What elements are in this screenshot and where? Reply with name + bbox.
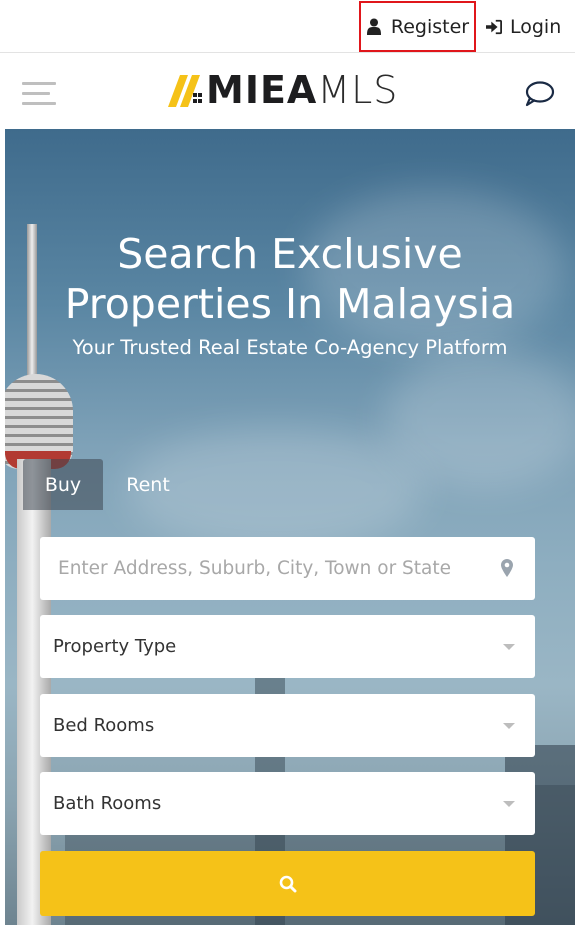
bed-rooms-select[interactable]: Bed Rooms bbox=[40, 694, 535, 757]
hamburger-menu-icon[interactable] bbox=[22, 82, 56, 106]
hero-subtitle: Your Trusted Real Estate Co-Agency Platf… bbox=[72, 336, 508, 359]
login-label: Login bbox=[510, 15, 562, 38]
property-type-label: Property Type bbox=[53, 636, 177, 657]
tab-rent[interactable]: Rent bbox=[103, 459, 193, 510]
bath-rooms-select[interactable]: Bath Rooms bbox=[40, 772, 535, 835]
chat-bubble-icon[interactable] bbox=[523, 80, 555, 108]
user-icon bbox=[366, 18, 382, 36]
map-pin-icon bbox=[501, 559, 513, 577]
property-type-select[interactable]: Property Type bbox=[40, 615, 535, 678]
bath-rooms-label: Bath Rooms bbox=[53, 793, 162, 814]
caret-down-icon bbox=[503, 644, 515, 650]
logo-mark-icon bbox=[168, 75, 202, 107]
login-link[interactable]: Login bbox=[486, 0, 561, 53]
site-header: MIEAMLS bbox=[0, 54, 575, 129]
bed-rooms-label: Bed Rooms bbox=[53, 715, 155, 736]
caret-down-icon bbox=[503, 801, 515, 807]
tab-buy[interactable]: Buy bbox=[23, 459, 103, 510]
address-field bbox=[40, 537, 535, 600]
hero-title: Search Exclusive Properties In Malaysia bbox=[64, 230, 516, 328]
hero-section: Search Exclusive Properties In Malaysia … bbox=[5, 129, 575, 925]
site-logo[interactable]: MIEAMLS bbox=[166, 68, 398, 112]
register-link[interactable]: Register bbox=[359, 1, 476, 52]
logo-text: MIEAMLS bbox=[206, 68, 399, 112]
register-label: Register bbox=[390, 15, 470, 38]
address-search-input[interactable] bbox=[58, 558, 488, 579]
top-bar: Register Login bbox=[0, 0, 575, 53]
sign-in-icon bbox=[486, 18, 502, 36]
search-button[interactable] bbox=[40, 851, 535, 916]
search-icon bbox=[279, 875, 296, 892]
caret-down-icon bbox=[503, 723, 515, 729]
search-tabs: Buy Rent bbox=[23, 459, 193, 510]
